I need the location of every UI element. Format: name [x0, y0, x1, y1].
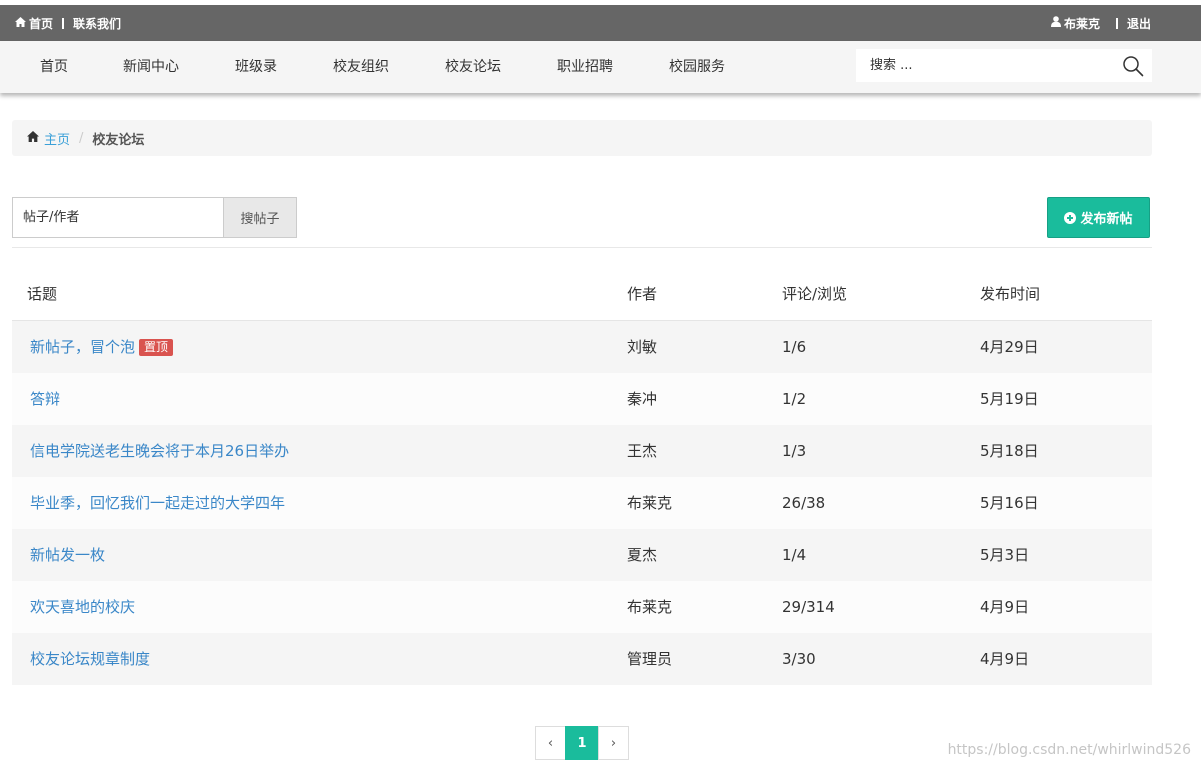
stats-cell: 26/38	[782, 494, 826, 512]
date-cell: 5月19日	[980, 390, 1039, 408]
forum-search-button[interactable]: 搜帖子	[223, 197, 297, 238]
nav-item-campus-services[interactable]: 校园服务	[669, 41, 725, 93]
top-divider	[62, 17, 65, 29]
breadcrumb-current: 校友论坛	[92, 132, 145, 148]
date-cell: 4月29日	[980, 338, 1039, 356]
topic-cell: 欢天喜地的校庆	[30, 581, 135, 633]
table-row: 信电学院送老生晚会将于本月26日举办 王杰 1/3 5月18日	[12, 425, 1152, 477]
top-bar: 首页 联系我们 布莱克 退出	[0, 5, 1201, 41]
date-cell: 4月9日	[980, 598, 1030, 616]
table-body: 新帖子，冒个泡 置顶 刘敏 1/6 4月29日 答辩 秦冲 1/2 5月19日 信…	[12, 321, 1152, 685]
breadcrumb: 主页 / 校友论坛	[12, 120, 1152, 156]
table-header: 话题 作者 评论/浏览 发布时间	[12, 268, 1152, 321]
topic-link[interactable]: 毕业季，回忆我们一起走过的大学四年	[30, 494, 285, 512]
topic-link[interactable]: 答辩	[30, 390, 60, 408]
author-cell: 王杰	[627, 442, 658, 460]
author-cell: 布莱克	[627, 598, 673, 616]
topic-link[interactable]: 欢天喜地的校庆	[30, 598, 135, 616]
forum-table: 话题 作者 评论/浏览 发布时间 新帖子，冒个泡 置顶 刘敏 1/6 4月29日 …	[12, 268, 1152, 685]
date-cell: 5月16日	[980, 494, 1039, 512]
nav-item-classes[interactable]: 班级录	[235, 41, 277, 93]
table-row: 答辩 秦冲 1/2 5月19日	[12, 373, 1152, 425]
logout-link[interactable]: 退出	[1127, 15, 1151, 32]
forum-search: 搜帖子	[12, 197, 297, 238]
topic-cell: 新帖子，冒个泡 置顶	[30, 321, 174, 373]
date-cell: 4月9日	[980, 650, 1030, 668]
page-1-button[interactable]: 1	[565, 726, 599, 760]
breadcrumb-divider: /	[79, 130, 84, 146]
user-link[interactable]: 布莱克	[1050, 15, 1100, 32]
author-cell: 秦冲	[627, 390, 658, 408]
topic-link[interactable]: 新帖发一枚	[30, 546, 105, 564]
table-row: 校友论坛规章制度 管理员 3/30 4月9日	[12, 633, 1152, 685]
home-icon	[27, 130, 39, 146]
pinned-badge: 置顶	[139, 339, 174, 356]
table-row: 毕业季，回忆我们一起走过的大学四年 布莱克 26/38 5月16日	[12, 477, 1152, 529]
watermark: https://blog.csdn.net/whirlwind526	[947, 742, 1191, 758]
author-cell: 布莱克	[627, 494, 673, 512]
topic-cell: 答辩	[30, 373, 60, 425]
breadcrumb-home-link[interactable]: 主页	[44, 129, 70, 148]
header-stats: 评论/浏览	[782, 285, 848, 303]
stats-cell: 1/2	[782, 390, 807, 408]
stats-cell: 1/4	[782, 546, 807, 564]
author-cell: 刘敏	[627, 338, 658, 356]
next-page-button[interactable]: ›	[598, 726, 629, 760]
topic-cell: 新帖发一枚	[30, 529, 105, 581]
header-author: 作者	[627, 285, 658, 303]
new-post-button[interactable]: 发布新帖	[1047, 197, 1150, 238]
stats-cell: 1/3	[782, 442, 807, 460]
date-cell: 5月18日	[980, 442, 1039, 460]
author-cell: 夏杰	[627, 546, 658, 564]
user-icon	[1050, 16, 1061, 30]
header-date: 发布时间	[980, 285, 1041, 303]
stats-cell: 29/314	[782, 598, 835, 616]
top-home-link[interactable]: 首页	[15, 15, 53, 32]
main-nav: 首页 新闻中心 班级录 校友组织 校友论坛 职业招聘 校园服务	[0, 41, 1201, 93]
stats-cell: 1/6	[782, 338, 807, 356]
top-divider	[1115, 17, 1118, 29]
author-cell: 管理员	[627, 650, 673, 668]
nav-item-jobs[interactable]: 职业招聘	[557, 41, 613, 93]
site-search-input[interactable]	[856, 49, 1111, 82]
nav-item-forum[interactable]: 校友论坛	[445, 41, 501, 93]
topic-link[interactable]: 信电学院送老生晚会将于本月26日举办	[30, 442, 289, 460]
top-bar-left: 首页 联系我们	[15, 5, 121, 41]
new-post-label: 发布新帖	[1080, 212, 1133, 227]
contact-link[interactable]: 联系我们	[73, 15, 121, 32]
nav-item-alumni-orgs[interactable]: 校友组织	[333, 41, 389, 93]
prev-page-button[interactable]: ‹	[535, 726, 566, 760]
topic-cell: 毕业季，回忆我们一起走过的大学四年	[30, 477, 285, 529]
nav-item-home[interactable]: 首页	[40, 41, 68, 93]
home-icon	[15, 16, 26, 30]
nav-item-news[interactable]: 新闻中心	[123, 41, 179, 93]
search-icon[interactable]	[1122, 55, 1144, 77]
date-cell: 5月3日	[980, 546, 1030, 564]
topic-link[interactable]: 新帖子，冒个泡	[30, 338, 135, 356]
pagination: ‹ 1 ›	[535, 726, 629, 760]
top-home-label: 首页	[29, 16, 54, 31]
topic-cell: 校友论坛规章制度	[30, 633, 150, 685]
table-row: 欢天喜地的校庆 布莱克 29/314 4月9日	[12, 581, 1152, 633]
site-search	[856, 49, 1152, 82]
header-topic: 话题	[27, 285, 58, 303]
topic-cell: 信电学院送老生晚会将于本月26日举办	[30, 425, 289, 477]
divider-line	[12, 247, 1152, 248]
topic-link[interactable]: 校友论坛规章制度	[30, 650, 150, 668]
table-row: 新帖子，冒个泡 置顶 刘敏 1/6 4月29日	[12, 321, 1152, 373]
forum-search-input[interactable]	[12, 197, 224, 238]
plus-circle-icon	[1064, 211, 1077, 224]
top-bar-right: 布莱克 退出	[1050, 5, 1151, 41]
stats-cell: 3/30	[782, 650, 816, 668]
user-name: 布莱克	[1063, 16, 1100, 31]
table-row: 新帖发一枚 夏杰 1/4 5月3日	[12, 529, 1152, 581]
